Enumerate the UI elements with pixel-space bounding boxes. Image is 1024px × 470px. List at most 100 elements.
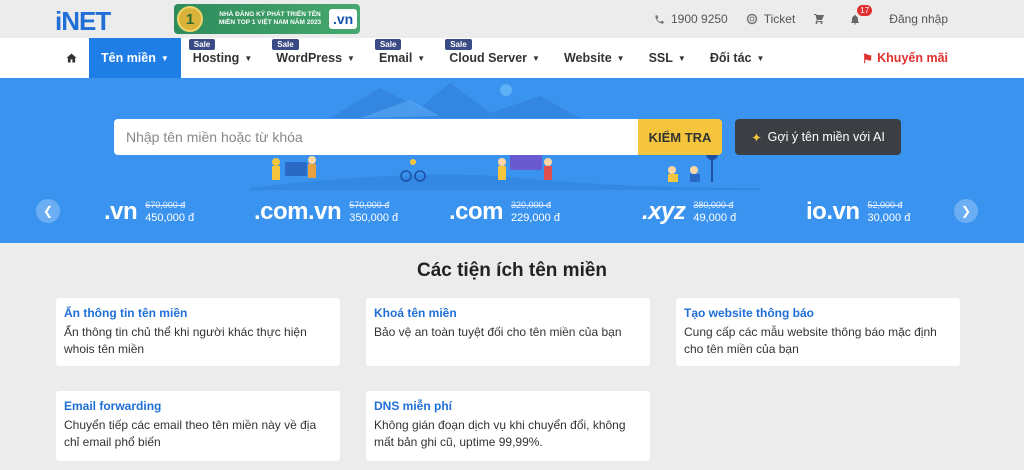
nav-email[interactable]: Sale Email ▼ [367,38,437,78]
nav-website[interactable]: Website ▼ [552,38,637,78]
card-title[interactable]: Ẩn thông tin tên miền [64,306,332,320]
sale-badge: Sale [272,39,299,50]
card-desc: Không gián đoạn dịch vụ khi chuyển đổi, … [374,418,626,449]
card-domain-lock[interactable]: Khoá tên miền Bảo vệ an toàn tuyệt đối c… [366,298,650,366]
login-label: Đăng nhập [889,12,948,26]
cart-icon [814,14,825,24]
tld-prices: 670,000 đ 450,000 đ [145,200,194,224]
caret-down-icon: ▼ [616,53,625,63]
card-hide-whois[interactable]: Ẩn thông tin tên miền Ẩn thông tin chủ t… [56,298,340,366]
promo-link[interactable]: ⚑ Khuyến mãi [862,38,948,78]
sale-badge: Sale [188,39,216,50]
sparkle-icon: ✦ [751,130,762,145]
phone-icon [655,14,664,24]
tld-io-vn[interactable]: io.vn 52,000 đ 30,000 đ [806,198,910,226]
sale-badge: Sale [374,39,402,50]
hotline-number: 1900 9250 [670,12,728,26]
tld-prices: 380,000 đ 49,000 đ [693,200,736,224]
old-price: 570,000 đ [349,200,390,210]
section-title: Các tiện ích tên miền [416,260,608,281]
nav-website-label: Website [563,51,612,65]
caret-down-icon: ▼ [417,53,426,63]
tld-vn[interactable]: .vn 670,000 đ 450,000 đ [104,198,194,226]
old-price: 320,000 đ [511,200,552,210]
caret-down-icon: ▼ [677,53,686,63]
vn-logo: .vn [329,9,358,29]
hotline-link[interactable]: 1900 9250 [654,12,728,26]
card-free-dns[interactable]: DNS miễn phí Không gián đoạn dịch vụ khi… [366,391,650,461]
nav-partner-label: Đối tác [709,51,752,65]
card-title[interactable]: Tạo website thông báo [684,306,952,320]
notification-button[interactable]: 17 [849,4,873,26]
caret-down-icon: ▼ [532,53,540,63]
caret-down-icon: ▼ [347,53,355,63]
nav-ssl-label: SSL [648,51,673,65]
new-price: 49,000 đ [693,212,737,224]
inet-logo[interactable]: iNET [55,6,111,37]
nav-wordpress[interactable]: Sale WordPress ▼ [264,38,367,78]
tld-prices: 570,000 đ 350,000 đ [349,200,398,224]
top-right-links: 1900 9250 Ticket 17 Đăng nhập [636,0,948,38]
new-price: 450,000 đ [145,212,195,224]
card-email-forwarding[interactable]: Email forwarding Chuyển tiếp các email t… [56,391,340,461]
chevron-right-icon: ❯ [960,204,972,218]
new-price: 30,000 đ [867,212,911,224]
nav-email-label: Email [378,51,413,65]
tld-name: .xyz [642,198,686,225]
flag-icon: ⚑ [861,51,874,66]
ai-suggest-button[interactable]: ✦ Gợi ý tên miền với AI [735,119,901,155]
tld-name: .com.vn [254,198,342,225]
medal-icon: 1 [177,6,203,32]
caret-down-icon: ▼ [244,53,253,63]
nav-hosting[interactable]: Sale Hosting ▼ [181,38,264,78]
main-nav: Tên miền ▼ Sale Hosting ▼ Sale WordPress ▼ … [0,38,1024,78]
domain-search-input[interactable] [114,119,638,155]
card-title[interactable]: Email forwarding [64,399,332,413]
cart-button[interactable] [813,13,831,25]
nav-cloud-server-label: Cloud Server [449,51,528,65]
ai-suggest-label: Gợi ý tên miền với AI [767,130,885,144]
carousel-next-button[interactable]: ❯ [954,199,978,223]
card-desc: Chuyển tiếp các email theo tên miền này … [64,418,317,449]
top-bar: iNET 1 NHÀ ĐĂNG KÝ PHÁT TRIỂN TÊN MIỀN T… [0,0,1024,38]
tld-xyz[interactable]: .xyz 380,000 đ 49,000 đ [642,198,736,226]
old-price: 670,000 đ [145,200,186,210]
lifebuoy-icon [746,13,757,25]
tld-name: .com [449,198,504,225]
carousel-prev-button[interactable]: ❮ [36,199,60,223]
award-text: NHÀ ĐĂNG KÝ PHÁT TRIỂN TÊN MIỀN TOP 1 VI… [218,11,322,26]
nav-cloud-server[interactable]: Sale Cloud Server ▼ [437,38,552,78]
card-title[interactable]: DNS miễn phí [374,399,642,413]
sale-badge: Sale [445,39,472,50]
nav-partner[interactable]: Đối tác ▼ [698,38,777,78]
card-parking-website[interactable]: Tạo website thông báo Cung cấp các mẫu w… [676,298,960,366]
home-button[interactable] [0,38,89,78]
old-price: 380,000 đ [693,200,734,210]
new-price: 350,000 đ [349,212,399,224]
nav-wordpress-label: WordPress [276,51,343,65]
tld-prices: 320,000 đ 229,000 đ [511,200,560,224]
caret-down-icon: ▼ [756,53,765,63]
tld-com-vn[interactable]: .com.vn 570,000 đ 350,000 đ [254,198,398,226]
card-title[interactable]: Khoá tên miền [374,306,642,320]
nav-domain[interactable]: Tên miền ▼ [89,38,181,78]
home-icon [66,53,77,63]
ticket-link[interactable]: Ticket [746,12,796,26]
login-link[interactable]: Đăng nhập [889,12,948,26]
new-price: 229,000 đ [511,212,560,224]
nav-hosting-label: Hosting [192,51,240,65]
old-price: 52,000 đ [867,200,903,210]
tld-com[interactable]: .com 320,000 đ 229,000 đ [449,198,560,226]
tld-name: io.vn [806,198,860,225]
caret-down-icon: ▼ [160,53,169,63]
card-desc: Ẩn thông tin chủ thể khi người khác thực… [64,325,307,356]
check-domain-button[interactable]: KIỂM TRA [638,119,722,155]
tld-prices: 52,000 đ 30,000 đ [868,200,911,224]
award-badge: 1 NHÀ ĐĂNG KÝ PHÁT TRIỂN TÊN MIỀN TOP 1 … [174,4,360,34]
tld-name: .vn [104,198,138,225]
card-desc: Bảo vệ an toàn tuyệt đối cho tên miền củ… [374,325,622,339]
nav-domain-label: Tên miền [101,51,156,65]
ticket-label: Ticket [763,12,796,26]
nav-ssl[interactable]: SSL ▼ [637,38,698,78]
chevron-left-icon: ❮ [42,204,54,218]
